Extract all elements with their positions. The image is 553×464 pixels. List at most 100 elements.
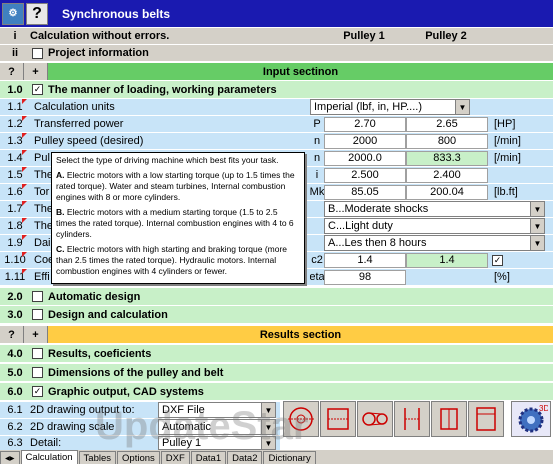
row-select-1-8[interactable]: C...Light duty ▼ — [324, 218, 545, 234]
title-bar: ⚙ ? Synchronous belts — [0, 0, 553, 27]
dxf-output-value: DXF File — [162, 404, 205, 416]
section-6-label: Graphic output, CAD systems — [48, 385, 204, 398]
section-3-row[interactable]: 3.0 Design and calculation — [0, 306, 553, 323]
section-2-checkbox[interactable] — [32, 291, 43, 302]
comment-marker — [22, 150, 27, 155]
section-1-row[interactable]: 1.0 ✓ The manner of loading, working par… — [0, 81, 553, 98]
gear-3d-icon: 3D — [518, 404, 548, 433]
project-row[interactable]: ii Project information — [0, 45, 553, 61]
pulley2-value[interactable]: 2.65 — [406, 116, 488, 132]
row-unit: [HP] — [494, 118, 516, 130]
input-section-header: ? + Input sectinon — [0, 63, 553, 80]
detail-select[interactable]: Pulley 1 ▼ — [158, 436, 276, 450]
row-label: Calculation units — [34, 101, 115, 113]
row-symbol: n — [313, 152, 321, 164]
detail-drawing-icon — [476, 407, 496, 431]
tooltip-intro: Select the type of driving machine which… — [56, 155, 279, 165]
units-value: Imperial (lbf, in, HP....) — [314, 101, 422, 113]
help-button[interactable]: ? — [26, 2, 48, 25]
section-3-num: 3.0 — [7, 308, 23, 321]
cad-detail-button[interactable] — [468, 401, 504, 437]
coefficient-checkbox[interactable]: ✓ — [492, 254, 503, 266]
tooltip-c-key: C. — [56, 244, 65, 254]
sheet-tabs: ◂▸ Calculation Tables Options DXF Data1 Data2 D… — [0, 450, 553, 464]
select-value: A...Les then 8 hours — [328, 237, 427, 249]
drawing-scale-select[interactable]: Automatic ▼ — [158, 419, 276, 435]
chevron-down-icon: ▼ — [455, 100, 469, 114]
pulley1-header: Pulley 1 — [343, 30, 385, 42]
section-2-num: 2.0 — [7, 290, 23, 303]
tab-data2[interactable]: Data2 — [227, 451, 263, 464]
section-4-checkbox[interactable] — [32, 348, 43, 359]
detail-value: Pulley 1 — [162, 437, 202, 449]
pulley2-header: Pulley 2 — [425, 30, 467, 42]
chevron-down-icon: ▼ — [261, 403, 275, 417]
row-symbol: Mk — [310, 186, 324, 198]
section-5-row[interactable]: 5.0 Dimensions of the pulley and belt — [0, 364, 553, 381]
row-symbol: eta — [310, 271, 324, 283]
row-select-1-9[interactable]: A...Les then 8 hours ▼ — [324, 235, 545, 251]
pulley-side-icon — [327, 408, 349, 430]
section-5-num: 5.0 — [7, 366, 23, 379]
pulley2-value: 2.400 — [406, 167, 488, 183]
section-3-checkbox[interactable] — [32, 309, 43, 320]
tooltip-b-key: B. — [56, 207, 65, 217]
results-help-button[interactable]: ? — [0, 326, 24, 343]
select-value: C...Light duty — [328, 220, 393, 232]
row-select-1-7[interactable]: B...Moderate shocks ▼ — [324, 201, 545, 217]
section-5-checkbox[interactable] — [32, 367, 43, 378]
tab-data1[interactable]: Data1 — [190, 451, 227, 464]
input-help-button[interactable]: ? — [0, 63, 24, 80]
input-expand-button[interactable]: + — [24, 63, 48, 80]
select-value: B...Moderate shocks — [328, 203, 429, 215]
tab-dxf[interactable]: DXF — [160, 451, 190, 464]
chevron-down-icon: ▼ — [530, 236, 544, 250]
chevron-down-icon: ▼ — [261, 420, 275, 434]
row-symbol: c2 — [311, 254, 323, 266]
section-6-checkbox[interactable]: ✓ — [32, 386, 43, 397]
calculation-units-select[interactable]: Imperial (lbf, in, HP....) ▼ — [310, 99, 470, 115]
row-unit — [488, 167, 494, 183]
comment-marker — [22, 133, 27, 138]
cad-belt-section-button[interactable] — [431, 401, 467, 437]
belt-drive-icon — [362, 412, 388, 426]
pulley2-value[interactable]: 1.4 — [406, 252, 488, 268]
section-1-checkbox[interactable]: ✓ — [32, 84, 43, 95]
results-section-label: Results section — [259, 328, 342, 341]
project-checkbox[interactable] — [32, 47, 43, 59]
cad-pulley-section-button[interactable] — [394, 401, 430, 437]
tab-tables[interactable]: Tables — [78, 451, 117, 464]
tab-dictionary[interactable]: Dictionary — [263, 451, 316, 464]
pulley1-value: 1.4 — [324, 252, 406, 268]
tab-options[interactable]: Options — [117, 451, 160, 464]
cad-belt-drive-button[interactable] — [357, 401, 393, 437]
window-title: Synchronous belts — [62, 6, 171, 21]
app-icon[interactable]: ⚙ — [2, 2, 24, 25]
section-6-num: 6.0 — [7, 385, 23, 398]
cad-pulley-side-button[interactable] — [320, 401, 356, 437]
cad-pulley-front-button[interactable] — [283, 401, 319, 437]
row-6-1-label: 2D drawing output to: — [30, 404, 135, 416]
comment-marker — [22, 116, 27, 121]
pulley2-value[interactable]: 800 — [406, 133, 488, 149]
section-4-row[interactable]: 4.0 Results, coeficients — [0, 345, 553, 362]
results-expand-button[interactable]: + — [24, 326, 48, 343]
row-6-2-label: 2D drawing scale — [30, 421, 115, 433]
section-4-label: Results, coeficients — [48, 347, 152, 360]
pulley1-value[interactable]: 98 — [324, 269, 406, 285]
section-6-row[interactable]: 6.0 ✓ Graphic output, CAD systems — [0, 383, 553, 400]
pulley1-value[interactable]: 2000 — [324, 133, 406, 149]
comment-marker — [22, 252, 27, 257]
tab-scroll-arrows[interactable]: ◂▸ — [0, 451, 20, 464]
dxf-output-select[interactable]: DXF File ▼ — [158, 402, 276, 418]
driving-machine-tooltip: Select the type of driving machine which… — [51, 152, 305, 284]
pulley1-value: 2000.0 — [324, 150, 406, 166]
input-row: 1.3 Pulley speed (desired) n 2000 800 [/min] — [0, 133, 553, 149]
row-unit: [/min] — [494, 135, 521, 147]
section-2-row[interactable]: 2.0 Automatic design — [0, 288, 553, 305]
cad-3d-button[interactable]: 3D — [511, 401, 551, 437]
tooltip-a-text: Electric motors with a low starting torq… — [56, 170, 295, 202]
pulley1-value[interactable]: 2.70 — [324, 116, 406, 132]
tab-calculation[interactable]: Calculation — [20, 450, 78, 464]
row-label: Pulley speed (desired) — [34, 135, 144, 147]
